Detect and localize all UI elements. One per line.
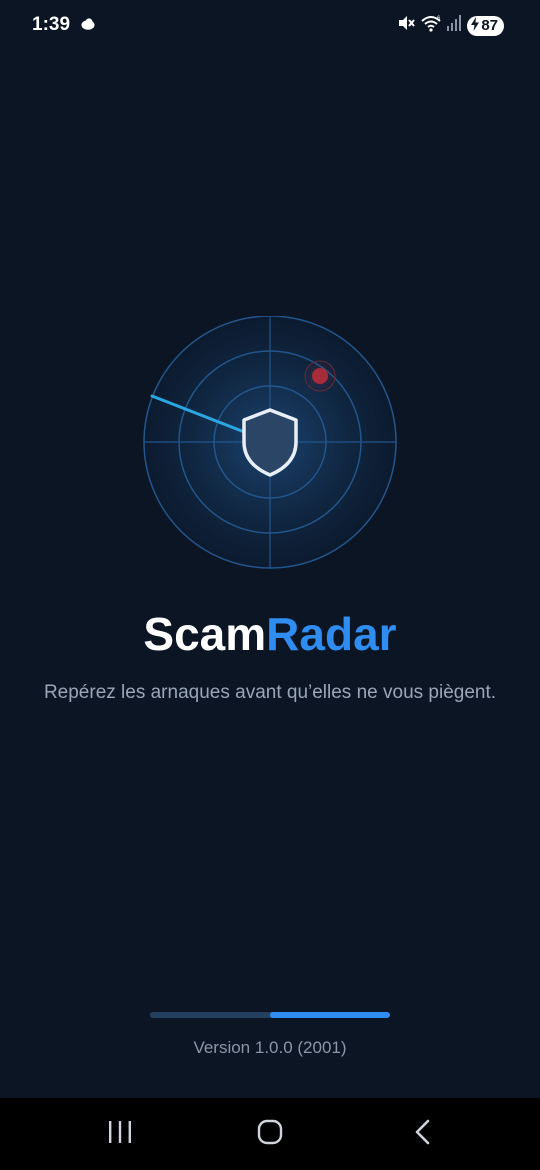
recent-apps-button[interactable]: [90, 1112, 150, 1156]
navigation-bar: [0, 1098, 540, 1170]
home-button[interactable]: [240, 1112, 300, 1156]
battery-charging-icon: [471, 16, 480, 35]
recent-apps-icon: [107, 1120, 133, 1149]
wifi-icon: 6: [421, 14, 441, 37]
battery-indicator: 87: [467, 15, 504, 36]
app-tagline: Repérez les arnaques avant qu’elles ne v…: [43, 682, 497, 703]
signal-icon: [447, 15, 462, 36]
radar-blip: [312, 368, 328, 384]
loading-progress-fill: [270, 1012, 390, 1018]
cloud-icon: [80, 17, 96, 36]
battery-level: 87: [481, 17, 498, 34]
radar-logo: [142, 315, 398, 572]
splash-screen: 1:39 6 87 ScamRadar Repérez les arnaques…: [0, 0, 540, 1170]
svg-text:6: 6: [437, 16, 441, 22]
mute-icon: [397, 14, 416, 37]
back-button[interactable]: [392, 1112, 452, 1156]
status-time: 1:39: [32, 14, 71, 35]
loading-progress-bar: [150, 1012, 390, 1018]
app-title-part2: Radar: [266, 608, 397, 660]
home-icon: [257, 1119, 283, 1150]
status-icons: 6 87: [397, 14, 504, 37]
status-bar: 1:39 6 87: [0, 0, 540, 52]
app-title: ScamRadar: [0, 604, 540, 664]
app-title-part1: Scam: [143, 608, 267, 660]
version-label: Version 1.0.0 (2001): [193, 1038, 347, 1057]
shield-icon: [242, 408, 298, 477]
back-icon: [413, 1119, 431, 1150]
